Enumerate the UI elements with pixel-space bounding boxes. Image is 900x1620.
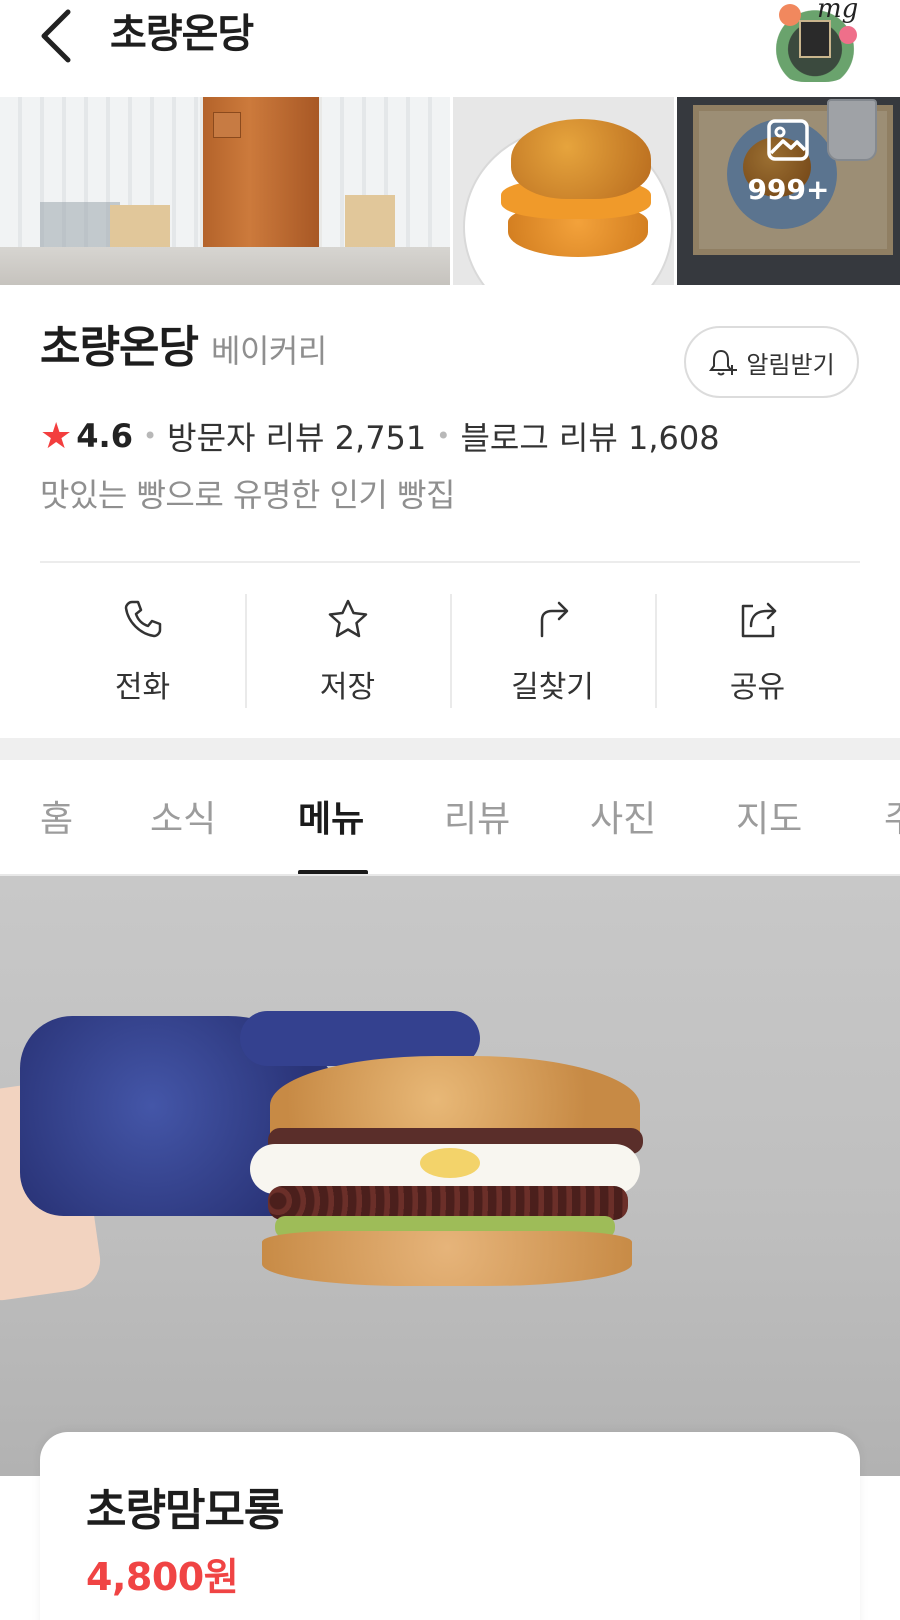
tab-map[interactable]: 지도 — [736, 790, 802, 842]
rating-value: 4.6 — [76, 417, 133, 455]
top-app-bar: 초량온당 mg — [0, 0, 900, 97]
tab-photos[interactable]: 사진 — [590, 790, 656, 842]
call-button-label: 전화 — [114, 670, 171, 705]
divider — [40, 561, 860, 563]
star-outline-icon — [328, 599, 367, 638]
menu-item-photo[interactable] — [0, 876, 900, 1476]
visitor-reviews-link[interactable]: 방문자 리뷰 2,751 — [167, 413, 426, 459]
menu-item-price: 4,800원 — [86, 1555, 239, 1599]
phone-icon — [124, 600, 161, 638]
place-description: 맛있는 빵으로 유명한 인기 빵집 — [40, 476, 455, 514]
action-bar: 전화 저장 길찾기 공유 — [40, 590, 860, 710]
avatar-text: mg — [817, 0, 859, 24]
storefront-photo[interactable] — [0, 97, 450, 285]
avatar-decoration — [779, 4, 801, 26]
tab-news[interactable]: 소식 — [150, 790, 216, 842]
back-button[interactable] — [30, 8, 80, 64]
call-button[interactable]: 전화 — [40, 590, 245, 710]
notification-button[interactable]: 알림받기 — [684, 326, 859, 398]
notification-button-label: 알림받기 — [746, 350, 835, 379]
tab-menu[interactable]: 메뉴 — [298, 790, 364, 842]
directions-button-label: 길찾기 — [511, 670, 594, 705]
menu-item-card[interactable]: 초량맘모롱 4,800원 — [40, 1432, 860, 1620]
active-tab-indicator — [298, 870, 368, 874]
separator-dot: • — [436, 422, 451, 450]
tab-home[interactable]: 홈 — [40, 790, 73, 842]
share-icon — [741, 602, 776, 638]
place-name: 초량온당 — [40, 322, 199, 373]
avatar-decoration — [839, 26, 857, 44]
bell-plus-icon — [709, 349, 738, 376]
tab-more[interactable]: 주 — [884, 790, 900, 842]
avatar[interactable]: mg — [765, 0, 865, 82]
chevron-left-icon — [41, 9, 71, 63]
directions-button[interactable]: 길찾기 — [450, 590, 655, 710]
section-divider — [0, 738, 900, 760]
tab-bar: 홈 소식 메뉴 리뷰 사진 지도 주 — [0, 760, 900, 876]
tab-reviews[interactable]: 리뷰 — [444, 790, 510, 842]
share-button-label: 공유 — [729, 670, 786, 705]
place-category: 베이커리 — [211, 332, 327, 370]
save-button-label: 저장 — [319, 670, 376, 705]
share-button[interactable]: 공유 — [655, 590, 860, 710]
directions-icon — [540, 601, 568, 638]
image-icon — [767, 119, 809, 161]
star-icon: ★ — [40, 415, 73, 457]
page-title: 초량온당 — [110, 11, 254, 57]
bread-photo[interactable] — [453, 97, 674, 285]
separator-dot: • — [142, 422, 158, 450]
avatar-photo — [799, 20, 831, 58]
photo-strip: 999+ — [0, 97, 900, 285]
menu-item-name: 초량맘모롱 — [86, 1485, 284, 1536]
blog-reviews-link[interactable]: 블로그 리뷰 1,608 — [460, 413, 719, 459]
rating-row: ★ 4.6 • 방문자 리뷰 2,751 • 블로그 리뷰 1,608 — [40, 412, 720, 460]
save-button[interactable]: 저장 — [245, 590, 450, 710]
more-photos-button[interactable]: 999+ — [677, 97, 900, 285]
photo-count: 999+ — [747, 173, 830, 206]
